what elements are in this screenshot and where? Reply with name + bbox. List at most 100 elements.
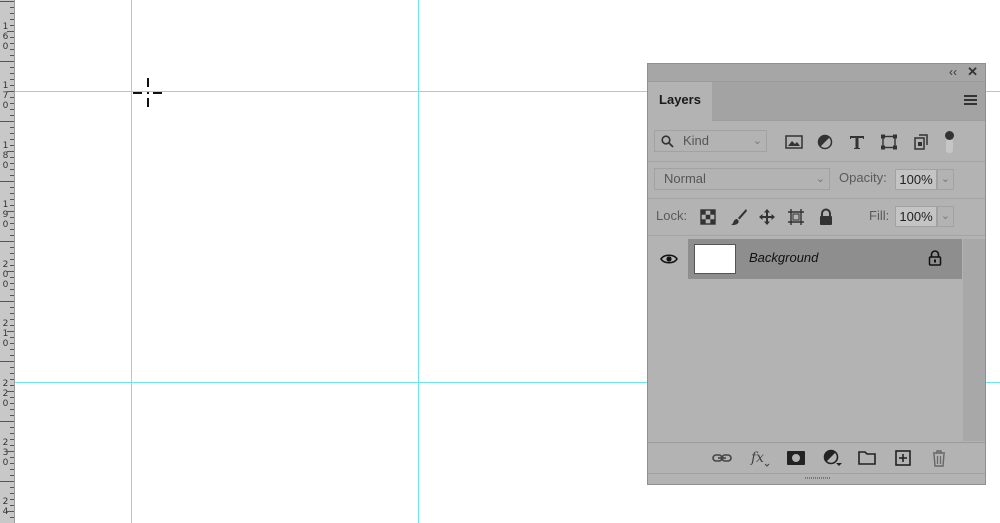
ruler-label: 180: [2, 141, 9, 171]
ruler-label: 24: [2, 497, 9, 517]
ruler-tick: [10, 85, 14, 86]
double-chevron-left-icon[interactable]: ‹‹: [949, 65, 957, 79]
link-layers-icon[interactable]: [712, 449, 732, 467]
ruler-tick: [10, 355, 14, 356]
ruler-tick: [10, 49, 14, 50]
ruler-tick: [10, 115, 14, 116]
vertical-ruler[interactable]: 160 170 180 190 200 210 220 230 24: [0, 0, 15, 523]
image-filter-icon[interactable]: [785, 134, 803, 150]
smart-object-filter-icon[interactable]: [912, 134, 930, 150]
ruler-tick: [10, 499, 14, 500]
ruler-tick: [10, 289, 14, 290]
ruler-tick: [7, 511, 14, 512]
ruler-tick: [7, 391, 14, 392]
ruler-tick: [10, 193, 14, 194]
ruler-tick: [7, 91, 14, 92]
adjustment-filter-icon[interactable]: [816, 134, 834, 150]
ruler-label: 170: [2, 81, 9, 111]
close-icon[interactable]: ✕: [967, 64, 978, 80]
ruler-tick: [10, 475, 14, 476]
ruler-tick: [10, 127, 14, 128]
lock-image-pixels-brush-icon[interactable]: [730, 208, 748, 226]
ruler-tick: [0, 181, 14, 182]
layer-thumbnail: [694, 244, 736, 274]
ruler-tick: [0, 241, 14, 242]
kind-filter-label: Kind: [683, 133, 710, 148]
ruler-tick: [7, 451, 14, 452]
ruler-tick: [0, 61, 14, 62]
new-adjustment-layer-icon[interactable]: [822, 449, 842, 467]
ruler-tick: [10, 25, 14, 26]
ruler-tick: [10, 427, 14, 428]
ruler-tick: [10, 217, 14, 218]
shape-filter-icon[interactable]: [880, 134, 898, 150]
ruler-label: 190: [2, 200, 9, 230]
ruler-tick: [10, 367, 14, 368]
ruler-tick: [10, 439, 14, 440]
blend-mode-select[interactable]: Normal ⌄: [654, 168, 830, 190]
divider: [648, 198, 985, 199]
ruler-tick: [10, 295, 14, 296]
new-group-folder-icon[interactable]: [857, 449, 877, 467]
type-filter-icon[interactable]: [848, 134, 866, 150]
ruler-tick: [10, 469, 14, 470]
layer-name[interactable]: Background: [749, 250, 818, 265]
opacity-dropdown-button[interactable]: ⌄: [937, 169, 954, 190]
ruler-label: 200: [2, 260, 9, 290]
ruler-tick: [10, 277, 14, 278]
layers-bottom-toolbar: fx: [648, 442, 985, 473]
layer-list: Background: [648, 239, 985, 441]
opacity-field[interactable]: 100%: [895, 169, 937, 190]
ruler-tick: [10, 175, 14, 176]
blend-row: Normal ⌄ Opacity: 100% ⌄: [648, 167, 985, 193]
trash-icon[interactable]: [929, 449, 949, 467]
ruler-tick: [10, 169, 14, 170]
ruler-tick: [10, 397, 14, 398]
blend-mode-value: Normal: [664, 171, 706, 186]
panel-title-bar[interactable]: ‹‹ ✕: [648, 64, 985, 82]
add-mask-icon[interactable]: [786, 449, 806, 467]
ruler-tick: [10, 325, 14, 326]
ruler-tick: [10, 37, 14, 38]
ruler-tick: [10, 109, 14, 110]
new-layer-icon[interactable]: [893, 449, 913, 467]
ruler-label: 230: [2, 438, 9, 468]
panel-resize-grip[interactable]: [648, 473, 985, 484]
tab-layers[interactable]: Layers: [648, 82, 712, 121]
hamburger-icon[interactable]: [964, 95, 977, 107]
ruler-tick: [10, 145, 14, 146]
ruler-tick: [10, 229, 14, 230]
kind-filter-select[interactable]: Kind ⌄: [654, 130, 767, 152]
ruler-tick: [10, 433, 14, 434]
ruler-tick: [10, 205, 14, 206]
fx-layer-style-icon[interactable]: fx: [750, 449, 770, 467]
lock-artboard-icon[interactable]: [787, 208, 805, 226]
ruler-tick: [10, 457, 14, 458]
fill-dropdown-button[interactable]: ⌄: [937, 206, 954, 227]
ruler-tick: [7, 151, 14, 152]
layer-filter-row: Kind ⌄: [648, 129, 985, 155]
ruler-tick: [10, 67, 14, 68]
divider: [648, 161, 985, 162]
layer-lock-icon[interactable]: [928, 250, 942, 266]
layer-row-background[interactable]: Background: [688, 239, 962, 279]
ruler-tick: [10, 415, 14, 416]
ruler-tick: [0, 301, 14, 302]
eye-icon[interactable]: [660, 252, 678, 266]
fill-field[interactable]: 100%: [895, 206, 937, 227]
layer-list-scrollbar[interactable]: [963, 239, 985, 441]
ruler-tick: [0, 481, 14, 482]
ruler-tick: [10, 73, 14, 74]
ruler-tick: [10, 265, 14, 266]
layers-panel: ‹‹ ✕ Layers Kind ⌄ Normal ⌄ Opacity: 100…: [647, 63, 986, 485]
filter-toggle-switch[interactable]: [945, 131, 954, 155]
ruler-label: 210: [2, 319, 9, 349]
ruler-tick: [10, 163, 14, 164]
ruler-tick: [10, 307, 14, 308]
lock-position-move-icon[interactable]: [758, 208, 776, 226]
ruler-tick: [0, 1, 14, 2]
ruler-tick: [10, 157, 14, 158]
lock-transparent-pixels-icon[interactable]: [699, 208, 717, 226]
vertical-guide[interactable]: [418, 0, 419, 523]
lock-all-icon[interactable]: [817, 208, 835, 226]
